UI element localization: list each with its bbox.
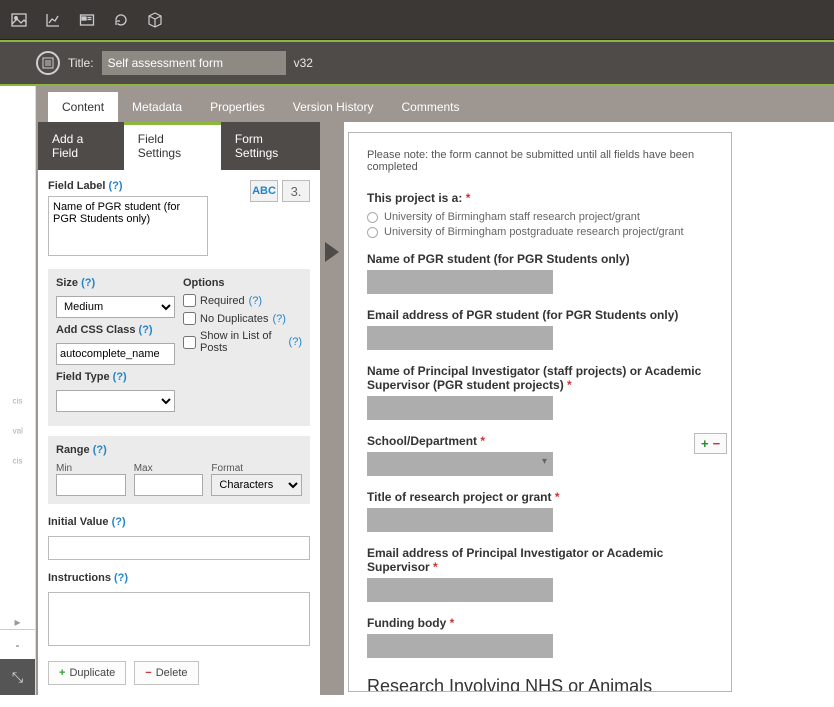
range-max-input[interactable]: [134, 474, 204, 496]
field-label-textarea[interactable]: Name of PGR student (for PGR Students on…: [48, 196, 208, 256]
tab-content[interactable]: Content: [48, 92, 118, 122]
help-icon[interactable]: (?): [93, 444, 107, 456]
help-icon[interactable]: (?): [114, 572, 128, 584]
delete-button[interactable]: −Delete: [134, 661, 198, 685]
css-class-input[interactable]: [56, 343, 175, 365]
range-label: Range: [56, 444, 90, 456]
add-remove-field[interactable]: +−: [694, 433, 727, 454]
size-label: Size: [56, 277, 78, 289]
subtab-add-field[interactable]: Add a Field: [38, 122, 124, 170]
range-min-input[interactable]: [56, 474, 126, 496]
project-is-label: This project is a:: [367, 191, 462, 205]
range-max-label: Max: [134, 463, 153, 474]
school-select[interactable]: [367, 452, 553, 476]
showinlist-label: Show in List of Posts: [200, 330, 285, 354]
version-text: v32: [294, 56, 313, 70]
required-label: Required: [200, 295, 245, 307]
rail-scroll-right[interactable]: ▸: [0, 615, 35, 629]
help-icon[interactable]: (?): [289, 336, 302, 348]
pi-email-input[interactable]: [367, 578, 553, 602]
options-label: Options: [183, 277, 302, 289]
cube-icon[interactable]: [138, 3, 172, 37]
field-label-caption: Field Label: [48, 180, 105, 192]
rail-item[interactable]: cis: [13, 397, 23, 406]
help-icon[interactable]: (?): [113, 371, 127, 383]
plus-icon: +: [59, 667, 65, 679]
pgr-name-label: Name of PGR student (for PGR Students on…: [367, 252, 630, 266]
card-icon[interactable]: [70, 3, 104, 37]
funding-label: Funding body: [367, 616, 446, 630]
tab-properties[interactable]: Properties: [196, 92, 279, 122]
range-format-label: Format: [211, 463, 243, 474]
section-heading: Research Involving NHS or Animals: [367, 676, 713, 692]
toggle-numbered[interactable]: 3.: [282, 180, 310, 202]
chart-icon[interactable]: [36, 3, 70, 37]
help-icon[interactable]: (?): [139, 324, 153, 336]
radio-staff[interactable]: [367, 212, 378, 223]
radio-pgr[interactable]: [367, 227, 378, 238]
field-type-select[interactable]: [56, 390, 175, 412]
noduplicates-label: No Duplicates: [200, 313, 268, 325]
pi-name-input[interactable]: [367, 396, 553, 420]
pgr-email-label: Email address of PGR student (for PGR St…: [367, 308, 678, 322]
school-label: School/Department: [367, 434, 477, 448]
initial-value-label: Initial Value: [48, 516, 109, 528]
showinlist-checkbox[interactable]: [183, 336, 196, 349]
tab-metadata[interactable]: Metadata: [118, 92, 196, 122]
funding-input[interactable]: [367, 634, 553, 658]
sub-tabs: Add a Field Field Settings Form Settings: [38, 122, 320, 170]
title-label: Title:: [68, 56, 94, 70]
help-icon[interactable]: (?): [109, 180, 123, 192]
left-rail: cis val cis ▸ - ⤡: [0, 86, 36, 695]
minus-icon[interactable]: −: [713, 436, 721, 451]
rail-item[interactable]: val: [12, 427, 22, 436]
range-min-label: Min: [56, 463, 72, 474]
minus-icon: −: [145, 667, 151, 679]
field-type-label: Field Type: [56, 371, 110, 383]
rail-item[interactable]: cis: [13, 457, 23, 466]
form-note: Please note: the form cannot be submitte…: [367, 149, 713, 173]
app-toolbar: [0, 0, 834, 40]
pgr-email-input[interactable]: [367, 326, 553, 350]
image-icon[interactable]: [2, 3, 36, 37]
help-icon[interactable]: (?): [81, 277, 95, 289]
toggle-abc[interactable]: ABC: [250, 180, 278, 202]
main-tabs: Content Metadata Properties Version Hist…: [36, 86, 834, 122]
rail-collapse[interactable]: -: [0, 629, 35, 659]
project-title-label: Title of research project or grant: [367, 490, 552, 504]
form-preview: Please note: the form cannot be submitte…: [348, 132, 732, 692]
pi-name-label: Name of Principal Investigator (staff pr…: [367, 364, 701, 392]
plus-icon[interactable]: +: [701, 436, 709, 451]
rail-expand-icon[interactable]: ⤡: [0, 659, 35, 695]
title-input[interactable]: [102, 51, 286, 75]
size-select[interactable]: Medium: [56, 296, 175, 318]
selection-arrow: [320, 122, 344, 695]
help-icon[interactable]: (?): [112, 516, 126, 528]
pi-email-label: Email address of Principal Investigator …: [367, 546, 663, 574]
pgr-name-input[interactable]: [367, 270, 553, 294]
duplicate-button[interactable]: +Duplicate: [48, 661, 126, 685]
project-title-input[interactable]: [367, 508, 553, 532]
help-icon[interactable]: (?): [272, 313, 285, 325]
instructions-label: Instructions: [48, 572, 111, 584]
radio-pgr-label: University of Birmingham postgraduate re…: [384, 226, 684, 238]
help-icon[interactable]: (?): [249, 295, 262, 307]
initial-value-input[interactable]: [48, 536, 310, 560]
refresh-icon[interactable]: [104, 3, 138, 37]
tab-comments[interactable]: Comments: [387, 92, 473, 122]
noduplicates-checkbox[interactable]: [183, 312, 196, 325]
subtab-form-settings[interactable]: Form Settings: [221, 122, 320, 170]
radio-staff-label: University of Birmingham staff research …: [384, 211, 640, 223]
title-bar: Title: v32: [0, 42, 834, 84]
required-checkbox[interactable]: [183, 294, 196, 307]
page-type-icon: [36, 51, 60, 75]
subtab-field-settings[interactable]: Field Settings: [124, 122, 221, 170]
range-format-select[interactable]: Characters: [211, 474, 302, 496]
instructions-textarea[interactable]: [48, 592, 310, 646]
css-label: Add CSS Class: [56, 324, 135, 336]
tab-version-history[interactable]: Version History: [279, 92, 388, 122]
